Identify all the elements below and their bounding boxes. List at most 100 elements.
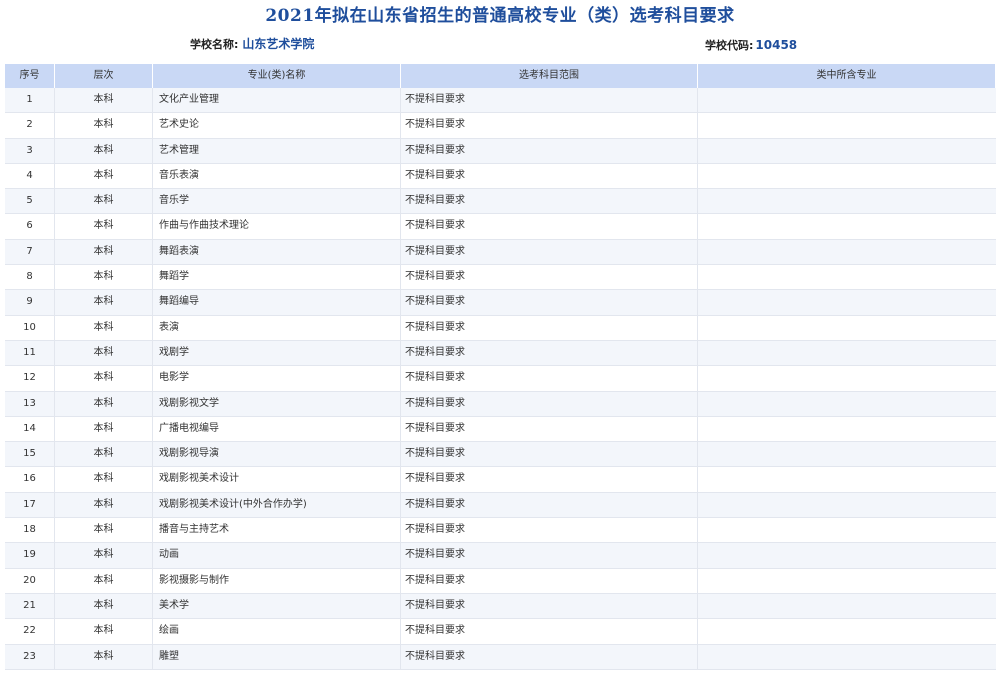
cell-subject-scope: 不提科目要求	[401, 113, 698, 138]
cell-level: 本科	[55, 442, 153, 467]
cell-included-majors	[698, 442, 996, 466]
cell-level: 本科	[55, 492, 153, 518]
cell-major: 艺术史论	[153, 113, 401, 138]
cell-subject-scope: 不提科目要求	[401, 568, 698, 593]
cell-included-majors	[698, 113, 996, 137]
cell-major: 舞蹈编导	[153, 290, 401, 315]
cell-index: 9	[5, 290, 55, 315]
cell-index: 14	[5, 416, 55, 442]
table-body: 1 本科 文化产业管理 不提科目要求 2 本科 艺术史论 不提科目要求 3 本科 艺术管理 不提科目要…	[5, 88, 996, 670]
table-row: 11 本科 戏剧学 不提科目要求	[5, 340, 996, 367]
cell-subject-scope: 不提科目要求	[401, 416, 698, 442]
table-row: 23 本科 雕塑 不提科目要求	[5, 644, 996, 670]
cell-level: 本科	[55, 239, 153, 265]
cell-subject-scope: 不提科目要求	[401, 391, 698, 416]
school-code-value: 10458	[755, 38, 798, 52]
cell-index: 21	[5, 593, 55, 619]
cell-subject-scope: 不提科目要求	[401, 138, 698, 163]
cell-subject-scope: 不提科目要求	[401, 644, 698, 669]
table-row: 20 本科 影视摄影与制作 不提科目要求	[5, 568, 996, 594]
header-included-majors: 类中所含专业	[698, 64, 996, 88]
cell-major: 广播电视编导	[153, 416, 401, 442]
table-row: 3 本科 艺术管理 不提科目要求	[5, 138, 996, 164]
cell-subject-scope: 不提科目要求	[401, 88, 698, 113]
table-row: 13 本科 戏剧影视文学 不提科目要求	[5, 391, 996, 417]
cell-included-majors	[698, 619, 996, 643]
table-row: 17 本科 戏剧影视美术设计(中外合作办学) 不提科目要求	[5, 492, 996, 519]
cell-level: 本科	[55, 568, 153, 593]
cell-included-majors	[698, 189, 996, 213]
cell-level: 本科	[55, 214, 153, 239]
table-row: 9 本科 舞蹈编导 不提科目要求	[5, 290, 996, 316]
cell-level: 本科	[55, 138, 153, 163]
cell-level: 本科	[55, 619, 153, 644]
cell-major: 动画	[153, 543, 401, 568]
cell-level: 本科	[55, 543, 153, 568]
cell-index: 7	[5, 239, 55, 265]
table-header-row: 序号 层次 专业(类)名称 选考科目范围 类中所含专业	[5, 64, 996, 88]
cell-index: 3	[5, 138, 55, 163]
cell-index: 19	[5, 543, 55, 568]
cell-major: 戏剧学	[153, 340, 401, 366]
cell-major: 戏剧影视文学	[153, 391, 401, 416]
cell-major: 电影学	[153, 366, 401, 391]
cell-index: 4	[5, 163, 55, 189]
header-subject-scope: 选考科目范围	[401, 64, 698, 88]
cell-level: 本科	[55, 366, 153, 391]
cell-subject-scope: 不提科目要求	[401, 189, 698, 214]
cell-level: 本科	[55, 265, 153, 290]
cell-subject-scope: 不提科目要求	[401, 315, 698, 340]
cell-included-majors	[698, 543, 996, 567]
page-title: 2021年拟在山东省招生的普通高校专业（类）选考科目要求	[265, 6, 735, 26]
cell-included-majors	[698, 341, 996, 365]
cell-index: 1	[5, 88, 55, 113]
cell-major: 戏剧影视美术设计	[153, 467, 401, 492]
table-row: 22 本科 绘画 不提科目要求	[5, 619, 996, 645]
table-row: 18 本科 播音与主持艺术 不提科目要求	[5, 518, 996, 544]
cell-included-majors	[698, 88, 996, 112]
cell-subject-scope: 不提科目要求	[401, 239, 698, 265]
cell-subject-scope: 不提科目要求	[401, 593, 698, 619]
cell-subject-scope: 不提科目要求	[401, 619, 698, 644]
cell-level: 本科	[55, 88, 153, 113]
cell-subject-scope: 不提科目要求	[401, 265, 698, 290]
cell-included-majors	[698, 645, 996, 669]
cell-index: 22	[5, 619, 55, 644]
cell-index: 12	[5, 366, 55, 391]
cell-level: 本科	[55, 315, 153, 340]
cell-level: 本科	[55, 593, 153, 619]
table-row: 5 本科 音乐学 不提科目要求	[5, 189, 996, 215]
cell-subject-scope: 不提科目要求	[401, 442, 698, 467]
cell-index: 2	[5, 113, 55, 138]
cell-subject-scope: 不提科目要求	[401, 518, 698, 543]
cell-included-majors	[698, 240, 996, 264]
table-row: 1 本科 文化产业管理 不提科目要求	[5, 88, 996, 114]
cell-major: 音乐表演	[153, 163, 401, 189]
cell-included-majors	[698, 366, 996, 390]
requirements-table: 序号 层次 专业(类)名称 选考科目范围 类中所含专业 1 本科 文化产业管理 不提科…	[5, 64, 996, 670]
cell-index: 13	[5, 391, 55, 416]
cell-subject-scope: 不提科目要求	[401, 214, 698, 239]
cell-index: 18	[5, 518, 55, 543]
header-major: 专业(类)名称	[153, 64, 401, 88]
cell-included-majors	[698, 518, 996, 542]
cell-major: 播音与主持艺术	[153, 518, 401, 543]
cell-index: 23	[5, 644, 55, 669]
cell-major: 文化产业管理	[153, 88, 401, 113]
cell-included-majors	[698, 316, 996, 340]
cell-major: 戏剧影视导演	[153, 442, 401, 467]
cell-major: 戏剧影视美术设计(中外合作办学)	[153, 492, 401, 518]
cell-major: 表演	[153, 315, 401, 340]
cell-major: 雕塑	[153, 644, 401, 669]
table-row: 6 本科 作曲与作曲技术理论 不提科目要求	[5, 214, 996, 240]
cell-subject-scope: 不提科目要求	[401, 340, 698, 366]
cell-included-majors	[698, 569, 996, 593]
cell-level: 本科	[55, 518, 153, 543]
table-row: 7 本科 舞蹈表演 不提科目要求	[5, 239, 996, 266]
cell-included-majors	[698, 493, 996, 517]
cell-major: 影视摄影与制作	[153, 568, 401, 593]
cell-major: 舞蹈学	[153, 265, 401, 290]
cell-index: 6	[5, 214, 55, 239]
table-row: 12 本科 电影学 不提科目要求	[5, 366, 996, 392]
cell-major: 绘画	[153, 619, 401, 644]
